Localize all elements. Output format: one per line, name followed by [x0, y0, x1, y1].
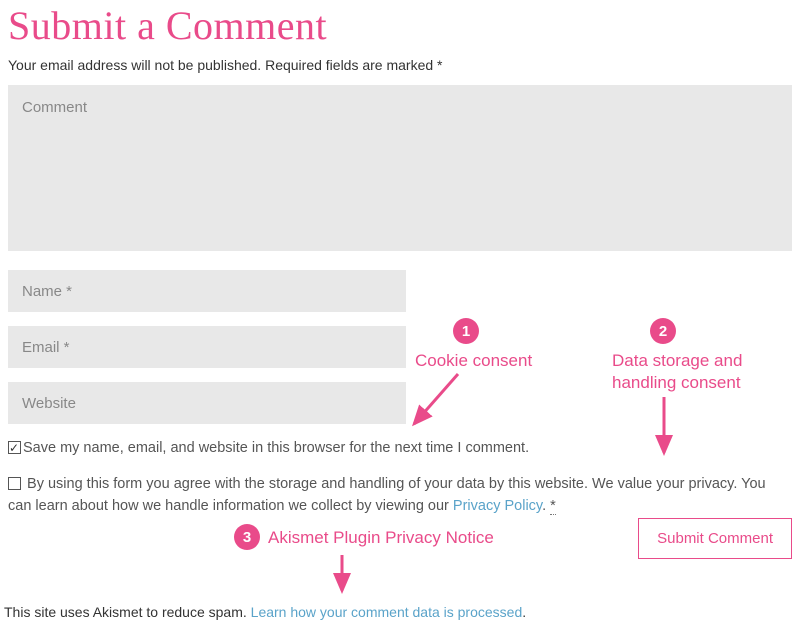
storage-consent-checkbox[interactable] [8, 477, 21, 490]
cookie-consent-label: Save my name, email, and website in this… [23, 440, 529, 456]
page-title: Submit a Comment [8, 0, 792, 57]
akismet-link[interactable]: Learn how your comment data is processed [251, 604, 523, 620]
website-input[interactable] [8, 382, 406, 424]
required-asterisk: * [550, 498, 556, 515]
annotation-2-badge: 2 [650, 318, 676, 344]
submit-comment-button[interactable]: Submit Comment [638, 518, 792, 559]
annotation-2-label: Data storage and handling consent [612, 350, 782, 394]
comment-textarea[interactable] [8, 85, 792, 251]
email-input[interactable] [8, 326, 406, 368]
annotation-3-label: Akismet Plugin Privacy Notice [268, 527, 494, 549]
annotation-1-number: 1 [453, 318, 479, 344]
privacy-policy-link[interactable]: Privacy Policy [453, 498, 542, 514]
annotation-2-number: 2 [650, 318, 676, 344]
annotation-1-label: Cookie consent [415, 350, 532, 372]
storage-consent-suffix: . [542, 498, 550, 514]
annotation-3-number: 3 [234, 524, 260, 550]
cookie-consent-row: Save my name, email, and website in this… [8, 438, 792, 460]
name-input[interactable] [8, 270, 406, 312]
akismet-suffix: . [522, 604, 526, 620]
annotation-3-badge: 3 [234, 524, 260, 550]
annotation-1-badge: 1 [453, 318, 479, 344]
annotation-3-arrow-icon [328, 553, 358, 601]
akismet-notice: This site uses Akismet to reduce spam. L… [4, 604, 526, 620]
akismet-prefix: This site uses Akismet to reduce spam. [4, 604, 251, 620]
annotation-1-arrow-icon [400, 370, 470, 440]
storage-consent-prefix: By using this form you agree with the st… [8, 476, 766, 514]
storage-consent-row: By using this form you agree with the st… [8, 474, 792, 518]
cookie-consent-checkbox[interactable] [8, 441, 21, 454]
required-notice: Your email address will not be published… [8, 57, 792, 73]
